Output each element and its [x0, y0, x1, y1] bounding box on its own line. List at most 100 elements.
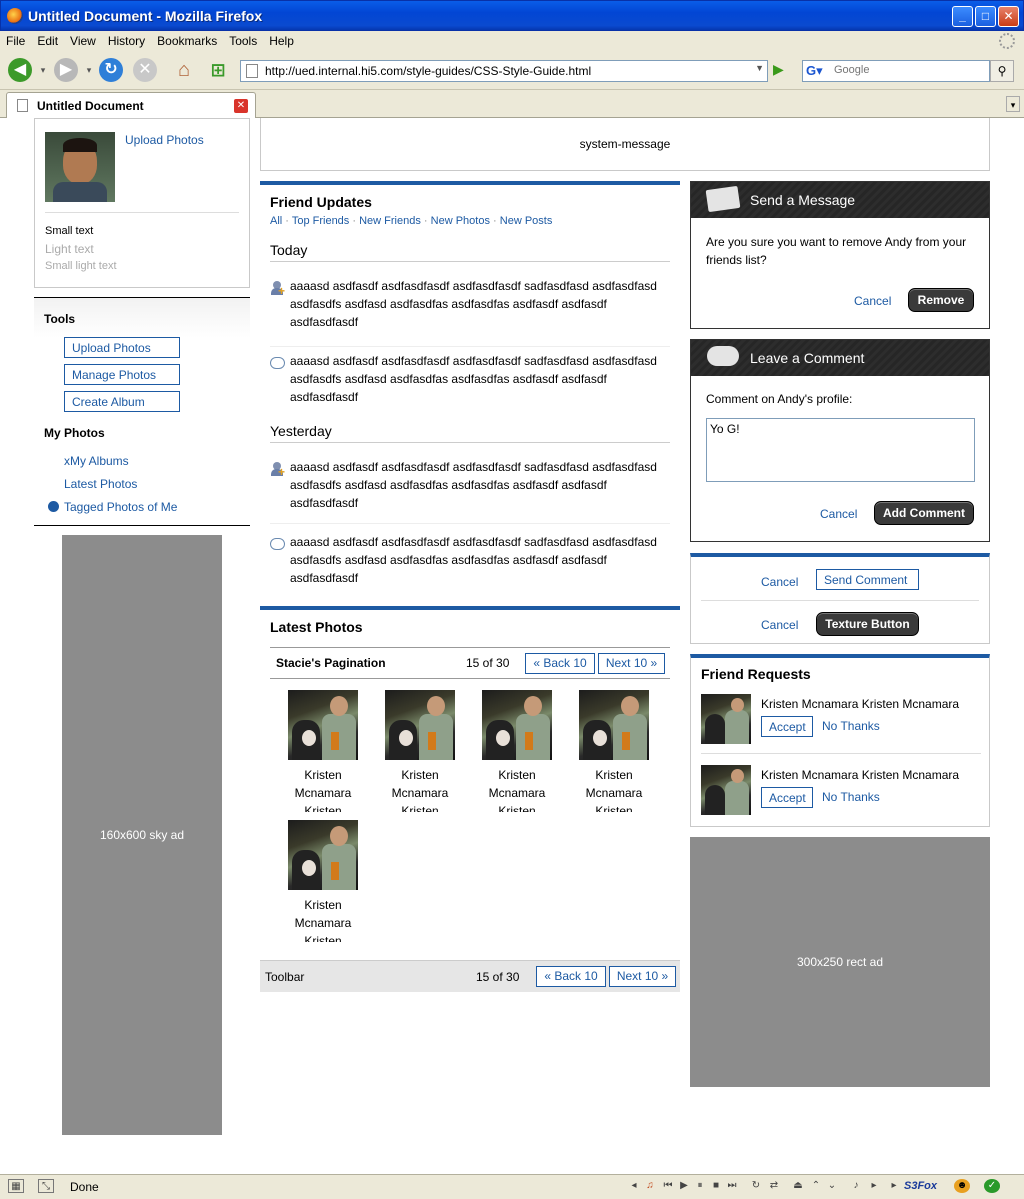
url-dropdown-icon[interactable]: ▼ [755, 63, 764, 73]
cancel-remove-link[interactable]: Cancel [854, 294, 891, 308]
url-bar[interactable]: ▼ [240, 60, 768, 82]
remove-button[interactable]: Remove [908, 288, 974, 312]
upload-photos-button[interactable]: Upload Photos [64, 337, 180, 358]
forward-history-dropdown-icon[interactable]: ▾ [83, 58, 95, 82]
add-comment-button[interactable]: Add Comment [874, 501, 974, 525]
next-10-button[interactable]: Next 10 » [609, 966, 676, 987]
menu-bookmarks[interactable]: Bookmarks [151, 31, 223, 48]
media-player-icon[interactable]: ♫ [642, 1179, 658, 1193]
back-10-button[interactable]: « Back 10 [536, 966, 606, 987]
requester-name[interactable]: Kristen Mcnamara Kristen Mcnamara [761, 697, 959, 711]
accept-button[interactable]: Accept [761, 716, 813, 737]
menu-file[interactable]: File [0, 31, 31, 48]
photo-caption[interactable]: Kristen Mcnamara [472, 766, 562, 802]
new-tab-icon[interactable]: ⊞ [206, 58, 230, 82]
next-10-button[interactable]: Next 10 » [598, 653, 665, 674]
search-input[interactable] [834, 64, 984, 76]
photo-thumbnail[interactable] [288, 690, 358, 760]
photo-caption[interactable]: Kristen Mcnamara [375, 766, 465, 802]
requester-avatar[interactable] [701, 765, 751, 815]
media-down-icon[interactable]: ⌄ [824, 1179, 840, 1193]
cancel-comment-link[interactable]: Cancel [820, 507, 857, 521]
sky-ad[interactable]: 160x600 sky ad [62, 535, 222, 1135]
photo-caption[interactable]: Kristen Mcnamara [278, 896, 368, 932]
search-magnifier-icon[interactable]: ⚲ [990, 60, 1014, 82]
filter-new-posts[interactable]: New Posts [500, 215, 553, 227]
back-history-dropdown-icon[interactable]: ▾ [37, 58, 49, 82]
menu-edit[interactable]: Edit [31, 31, 64, 48]
filter-all[interactable]: All [270, 215, 282, 227]
page-count: 15 of 30 [466, 656, 510, 670]
media-volume-icon[interactable]: ♪ [848, 1179, 864, 1193]
photo-thumbnail[interactable] [385, 690, 455, 760]
tab-close-icon[interactable]: ✕ [234, 99, 248, 113]
sidebar-toggle-icon[interactable]: ▦ [8, 1179, 24, 1193]
reload-icon[interactable]: ↻ [99, 58, 123, 82]
resize-icon[interactable]: ⤡ [38, 1179, 54, 1193]
cancel-texture-link[interactable]: Cancel [761, 618, 798, 632]
photo-thumbnail[interactable] [482, 690, 552, 760]
media-stop-icon[interactable]: ■ [708, 1179, 724, 1193]
close-window-button[interactable]: ✕ [998, 6, 1019, 27]
requester-name[interactable]: Kristen Mcnamara Kristen Mcnamara [761, 768, 959, 782]
minimize-button[interactable]: _ [952, 6, 973, 27]
tagged-photos-link[interactable]: Tagged Photos of Me [64, 500, 177, 514]
photo-caption[interactable]: Kristen Mcnamara [278, 766, 368, 802]
search-bar[interactable]: G▾ [802, 60, 990, 82]
tab-untitled-document[interactable]: Untitled Document ✕ [6, 92, 256, 118]
tab-list-dropdown-icon[interactable]: ▾ [1006, 96, 1020, 112]
back-10-button[interactable]: « Back 10 [525, 653, 595, 674]
photo-caption[interactable]: Kristen Mcnamara [569, 766, 659, 802]
filter-links: All · Top Friends · New Friends · New Ph… [270, 215, 553, 227]
media-up-icon[interactable]: ⌃ [808, 1179, 824, 1193]
requester-avatar[interactable] [701, 694, 751, 744]
photo-thumbnail[interactable] [288, 820, 358, 890]
monkey-icon[interactable]: ☻ [954, 1179, 970, 1193]
create-album-button[interactable]: Create Album [64, 391, 180, 412]
check-icon[interactable]: ✓ [984, 1179, 1000, 1193]
media-next-icon[interactable]: ⏭ [724, 1179, 740, 1193]
go-arrow-icon[interactable]: ▶ [773, 61, 793, 81]
home-icon[interactable]: ⌂ [172, 58, 196, 82]
url-input[interactable] [265, 63, 745, 79]
forward-arrow-icon[interactable]: ▶ [54, 58, 78, 82]
filter-top-friends[interactable]: Top Friends [292, 215, 349, 227]
back-arrow-icon[interactable]: ◀ [8, 58, 32, 82]
no-thanks-link[interactable]: No Thanks [822, 719, 880, 733]
filter-new-photos[interactable]: New Photos [431, 215, 490, 227]
s3fox-label[interactable]: S3Fox [904, 1180, 937, 1192]
media-pause-icon[interactable]: ⏸ [692, 1179, 708, 1193]
comment-textarea[interactable]: Yo G! [706, 418, 975, 482]
media-next-arrow-icon[interactable]: ▸ [886, 1179, 902, 1193]
firefox-icon [7, 8, 23, 24]
profile-photo[interactable] [45, 132, 115, 202]
my-albums-link[interactable]: xMy Albums [64, 454, 129, 468]
page-viewport[interactable]: Upload Photos Small text Light text Smal… [24, 118, 1000, 1174]
manage-photos-button[interactable]: Manage Photos [64, 364, 180, 385]
latest-photos-link[interactable]: Latest Photos [64, 477, 137, 491]
menu-tools[interactable]: Tools [223, 31, 263, 48]
no-thanks-link[interactable]: No Thanks [822, 790, 880, 804]
google-engine-icon[interactable]: G▾ [806, 63, 828, 79]
media-play-icon[interactable]: ▶ [676, 1179, 692, 1193]
maximize-button[interactable]: □ [975, 6, 996, 27]
media-repeat-icon[interactable]: ↻ [748, 1179, 764, 1193]
filter-new-friends[interactable]: New Friends [359, 215, 421, 227]
cancel-send-link[interactable]: Cancel [761, 575, 798, 589]
accept-button[interactable]: Accept [761, 787, 813, 808]
document-icon [17, 99, 28, 112]
media-rewind-icon[interactable]: ⏮ [660, 1179, 676, 1193]
media-prev-icon[interactable]: ◂ [626, 1179, 642, 1193]
media-shuffle-icon[interactable]: ⇄ [766, 1179, 782, 1193]
media-eject-icon[interactable]: ⏏ [790, 1179, 806, 1193]
photo-thumbnail[interactable] [579, 690, 649, 760]
send-comment-button[interactable]: Send Comment [816, 569, 919, 590]
media-more-icon[interactable]: ▸ [866, 1179, 882, 1193]
menu-history[interactable]: History [102, 31, 151, 48]
menu-view[interactable]: View [64, 31, 102, 48]
texture-button[interactable]: Texture Button [816, 612, 919, 636]
stop-icon[interactable]: ✕ [133, 58, 157, 82]
menu-help[interactable]: Help [263, 31, 300, 48]
rect-ad[interactable]: 300x250 rect ad [690, 837, 990, 1087]
upload-photos-link[interactable]: Upload Photos [125, 133, 204, 147]
